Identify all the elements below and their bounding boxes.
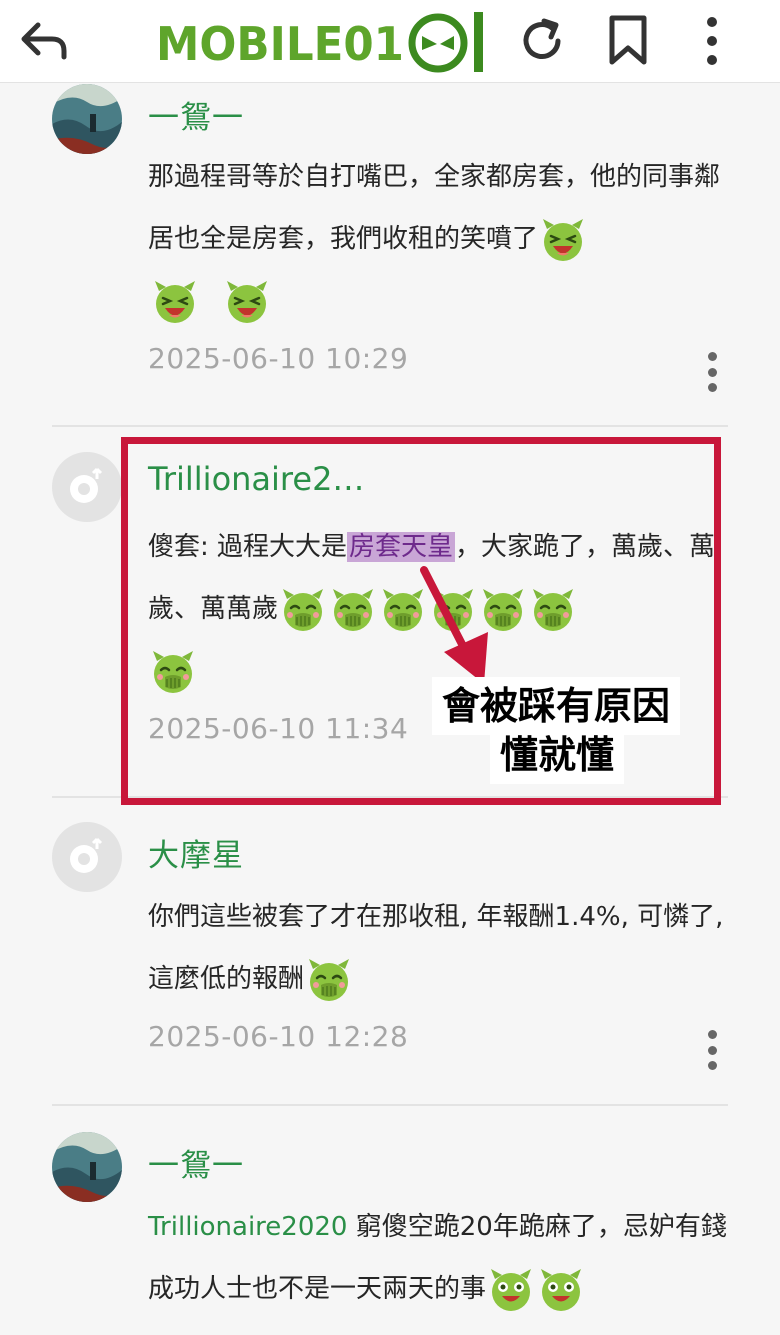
avatar[interactable] — [52, 1132, 122, 1202]
bookmark-icon[interactable] — [596, 0, 660, 82]
username[interactable]: 一鴛一 — [148, 1140, 244, 1185]
comment-text: 你們這些被套了才在那收租, 年報酬1.4%, 可憐了, 這麼低的報酬 — [148, 902, 724, 994]
back-arrow-icon[interactable] — [12, 0, 76, 82]
comment-more-icon[interactable] — [700, 352, 724, 392]
laughing-emoji — [224, 279, 270, 325]
refresh-icon[interactable] — [510, 0, 574, 82]
grinning-emoji — [538, 1267, 584, 1313]
avatar[interactable] — [52, 84, 122, 154]
username[interactable]: 一鴛一 — [148, 92, 244, 137]
comment-body: Trillionaire2020 窮傻空跪20年跪麻了，忌妒有錢成功人士也不是一… — [148, 1196, 730, 1320]
top-app-bar: MOBILE01 — [0, 0, 780, 83]
mention-link[interactable]: Trillionaire2020 — [148, 1212, 347, 1242]
snicker-emoji — [306, 957, 352, 1003]
comment-more-icon[interactable] — [700, 1030, 724, 1070]
more-vertical-icon[interactable] — [680, 0, 744, 82]
divider — [52, 1104, 728, 1106]
username[interactable]: 大摩星 — [148, 830, 244, 875]
timestamp: 2025-06-10 12:28 — [148, 1020, 409, 1053]
default-avatar-icon[interactable] — [52, 822, 122, 892]
comment-text: 那過程哥等於自打嘴巴，全家都房套，他的同事鄰居也全是房套，我們收租的笑噴了 — [148, 162, 721, 254]
timestamp: 2025-06-10 10:29 — [148, 342, 409, 375]
comment-body: 你們這些被套了才在那收租, 年報酬1.4%, 可憐了, 這麼低的報酬 — [148, 886, 730, 1010]
annotation-note-line2: 懂就懂 — [490, 726, 625, 784]
annotation-arrow-icon — [420, 566, 488, 684]
logo-text: MOBILE01 — [156, 17, 404, 71]
divider — [52, 425, 728, 427]
comment-body: 那過程哥等於自打嘴巴，全家都房套，他的同事鄰居也全是房套，我們收租的笑噴了 — [148, 146, 730, 332]
default-avatar-icon[interactable] — [52, 452, 122, 522]
grinning-emoji — [488, 1267, 534, 1313]
mobile01-logo[interactable]: MOBILE01 — [152, 0, 492, 82]
laughing-emoji — [540, 217, 586, 263]
laughing-emoji — [152, 279, 198, 325]
